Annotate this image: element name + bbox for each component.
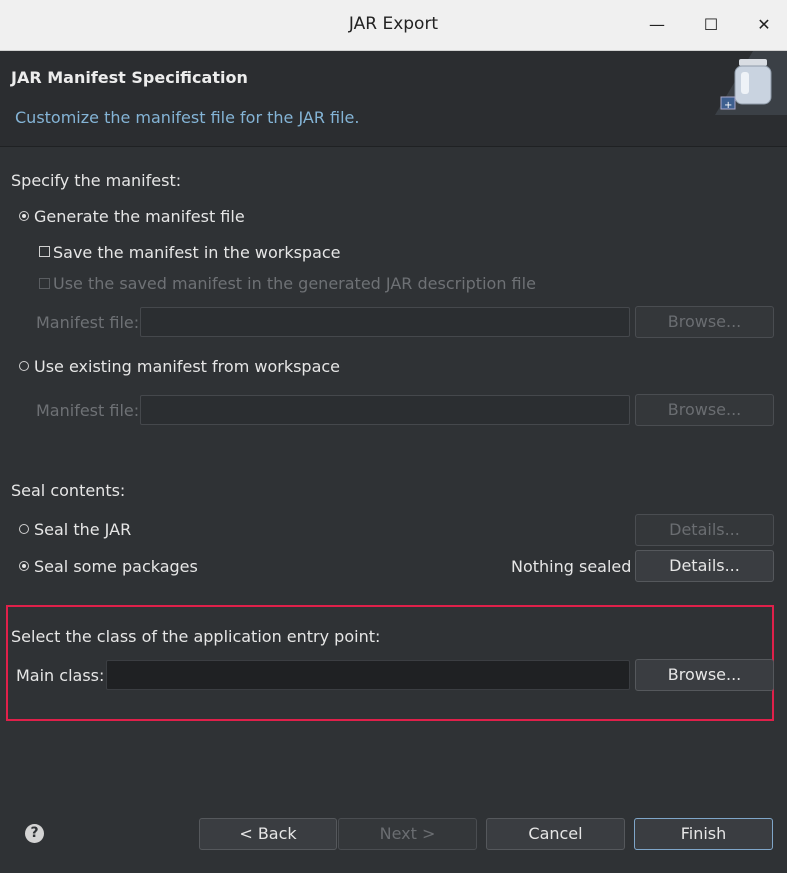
specify-manifest-label: Specify the manifest: xyxy=(11,171,182,190)
next-button: Next > xyxy=(338,818,477,850)
generate-manifest-label[interactable]: Generate the manifest file xyxy=(34,207,245,226)
page-description: Customize the manifest file for the JAR … xyxy=(15,108,360,127)
help-icon[interactable]: ? xyxy=(25,824,44,843)
use-saved-manifest-label: Use the saved manifest in the generated … xyxy=(53,274,536,293)
seal-jar-details-button: Details... xyxy=(635,514,774,546)
cancel-button[interactable]: Cancel xyxy=(486,818,625,850)
seal-contents-label: Seal contents: xyxy=(11,481,126,500)
close-icon[interactable]: ✕ xyxy=(749,10,779,40)
use-existing-manifest-radio[interactable] xyxy=(19,361,29,371)
seal-some-packages-radio[interactable] xyxy=(19,561,29,571)
jar-icon: + xyxy=(715,51,787,115)
browse-main-class-button[interactable]: Browse... xyxy=(635,659,774,691)
back-button[interactable]: < Back xyxy=(199,818,337,850)
browse-existing-manifest-button: Browse... xyxy=(635,394,774,426)
seal-packages-details-button[interactable]: Details... xyxy=(635,550,774,582)
svg-text:+: + xyxy=(724,100,732,111)
use-saved-manifest-checkbox xyxy=(39,278,50,289)
minimize-icon[interactable]: — xyxy=(642,10,672,40)
wizard-header: JAR Manifest Specification Customize the… xyxy=(0,51,787,146)
save-manifest-checkbox[interactable] xyxy=(39,246,50,257)
seal-status-text: Nothing sealed xyxy=(511,557,632,576)
seal-jar-label[interactable]: Seal the JAR xyxy=(34,520,131,539)
page-title: JAR Manifest Specification xyxy=(11,68,248,87)
entry-point-label: Select the class of the application entr… xyxy=(11,627,381,646)
use-existing-manifest-label[interactable]: Use existing manifest from workspace xyxy=(34,357,340,376)
maximize-icon[interactable]: ☐ xyxy=(696,10,726,40)
existing-manifest-file-label: Manifest file: xyxy=(36,401,140,420)
manifest-file-label: Manifest file: xyxy=(36,313,140,332)
browse-manifest-button: Browse... xyxy=(635,306,774,338)
seal-some-packages-label[interactable]: Seal some packages xyxy=(34,557,198,576)
seal-jar-radio[interactable] xyxy=(19,524,29,534)
generate-manifest-radio[interactable] xyxy=(19,211,29,221)
manifest-file-field xyxy=(140,307,630,337)
finish-button[interactable]: Finish xyxy=(634,818,773,850)
save-manifest-label[interactable]: Save the manifest in the workspace xyxy=(53,243,341,262)
main-class-label: Main class: xyxy=(16,666,105,685)
header-divider xyxy=(0,146,787,147)
title-bar: JAR Export — ☐ ✕ xyxy=(0,0,787,51)
main-class-input[interactable] xyxy=(106,660,630,690)
existing-manifest-file-field xyxy=(140,395,630,425)
